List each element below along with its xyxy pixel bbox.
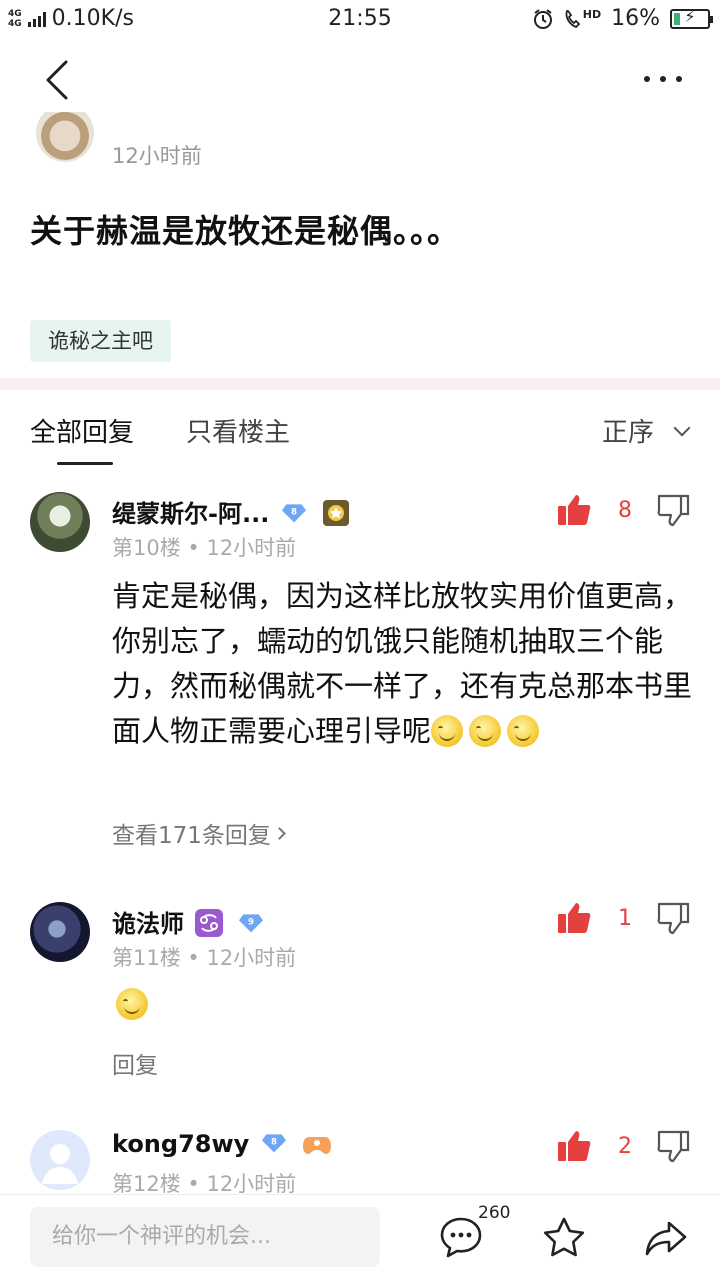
floor-and-time: 第11楼 • 12小时前 bbox=[112, 946, 297, 970]
section-divider bbox=[0, 378, 720, 390]
sort-label: 正序 bbox=[601, 418, 654, 448]
tab-owner-only[interactable]: 只看楼主 bbox=[186, 412, 290, 449]
status-right: HD 16% ⚡ bbox=[532, 6, 713, 31]
sort-dropdown[interactable]: 正序 bbox=[601, 412, 691, 449]
level-number: 8 bbox=[271, 1138, 277, 1148]
hd-label: HD bbox=[582, 7, 602, 21]
comment-author[interactable]: 缇蒙斯尔-阿... 8 bbox=[112, 494, 350, 529]
avatar[interactable] bbox=[30, 492, 90, 552]
comment-count: 260 bbox=[478, 1203, 511, 1223]
charging-bolt-icon: ⚡ bbox=[684, 6, 696, 26]
tab-all-replies[interactable]: 全部回复 bbox=[30, 412, 134, 449]
comment-author[interactable]: kong78wy 8 bbox=[112, 1130, 332, 1158]
avatar[interactable] bbox=[36, 112, 94, 162]
phone-icon bbox=[565, 9, 581, 28]
comment-input[interactable]: 给你一个神评的机会... bbox=[30, 1207, 380, 1267]
gamepad-badge-icon bbox=[303, 1137, 332, 1154]
smile-emoji-icon bbox=[431, 715, 464, 747]
reply-tabs: 全部回复 只看楼主 正序 bbox=[0, 390, 720, 470]
medal-badge-icon bbox=[323, 500, 350, 526]
dislike-icon[interactable] bbox=[655, 492, 691, 528]
star-icon[interactable] bbox=[541, 1215, 587, 1261]
like-count: 8 bbox=[618, 498, 632, 523]
level-badge-icon: 9 bbox=[238, 914, 263, 933]
chevron-down-icon bbox=[673, 419, 691, 436]
floor-and-time: 第10楼 • 12小时前 bbox=[112, 536, 297, 560]
post-author-header: 12小时前 bbox=[36, 112, 696, 168]
avatar[interactable] bbox=[30, 1130, 90, 1190]
active-tab-indicator bbox=[57, 462, 113, 465]
comment-author[interactable]: 诡法师 9 bbox=[112, 904, 263, 939]
top-nav bbox=[0, 40, 720, 120]
smile-emoji-icon bbox=[507, 715, 540, 747]
view-replies-link[interactable]: 查看171条回复 bbox=[112, 816, 286, 850]
default-avatar-icon bbox=[42, 1144, 78, 1184]
like-icon[interactable] bbox=[556, 900, 592, 936]
like-count: 2 bbox=[618, 1134, 632, 1159]
smile-emoji-icon bbox=[116, 988, 148, 1020]
status-bar: 4G 4G 0.10K/s 21:55 HD 16% ⚡ bbox=[0, 0, 720, 38]
share-icon[interactable] bbox=[643, 1215, 689, 1261]
back-icon[interactable] bbox=[38, 58, 78, 102]
chevron-right-icon bbox=[273, 826, 286, 840]
hd-call-indicator: HD bbox=[564, 8, 601, 30]
alarm-icon bbox=[533, 8, 552, 29]
comment-body: 肯定是秘偶，因为这样比放牧实用价值更高，你别忘了，蠕动的饥饿只能随机抽取三个能力… bbox=[112, 574, 692, 754]
like-icon[interactable] bbox=[556, 492, 592, 528]
post-time: 12小时前 bbox=[112, 144, 202, 168]
dislike-icon[interactable] bbox=[655, 900, 691, 936]
cancer-zodiac-icon bbox=[195, 909, 224, 937]
comment-body bbox=[116, 988, 154, 1020]
more-options-icon[interactable] bbox=[644, 76, 682, 82]
level-number: 9 bbox=[248, 918, 254, 928]
like-icon[interactable] bbox=[556, 1128, 592, 1164]
battery-percent: 16% bbox=[611, 6, 660, 31]
author-name: 诡法师 bbox=[112, 910, 184, 938]
smile-emoji-icon bbox=[469, 715, 502, 747]
author-name: kong78wy bbox=[112, 1130, 250, 1158]
reply-link[interactable]: 回复 bbox=[112, 1046, 158, 1080]
level-number: 8 bbox=[291, 508, 297, 518]
avatar[interactable] bbox=[30, 902, 90, 962]
bottom-action-bar: 给你一个神评的机会... 260 bbox=[0, 1194, 720, 1280]
author-name: 缇蒙斯尔-阿... bbox=[112, 500, 270, 528]
post-title: 关于赫温是放牧还是秘偶。。。 bbox=[30, 212, 461, 250]
level-badge-icon: 8 bbox=[281, 504, 306, 523]
dislike-icon[interactable] bbox=[655, 1128, 691, 1164]
forum-tag[interactable]: 诡秘之主吧 bbox=[30, 320, 171, 362]
like-count: 1 bbox=[618, 906, 632, 931]
level-badge-icon: 8 bbox=[261, 1134, 286, 1153]
view-replies-label: 查看171条回复 bbox=[112, 823, 271, 849]
comment-text: 肯定是秘偶，因为这样比放牧实用价值更高，你别忘了，蠕动的饥饿只能随机抽取三个能力… bbox=[112, 579, 693, 748]
battery-icon: ⚡ bbox=[670, 6, 713, 29]
